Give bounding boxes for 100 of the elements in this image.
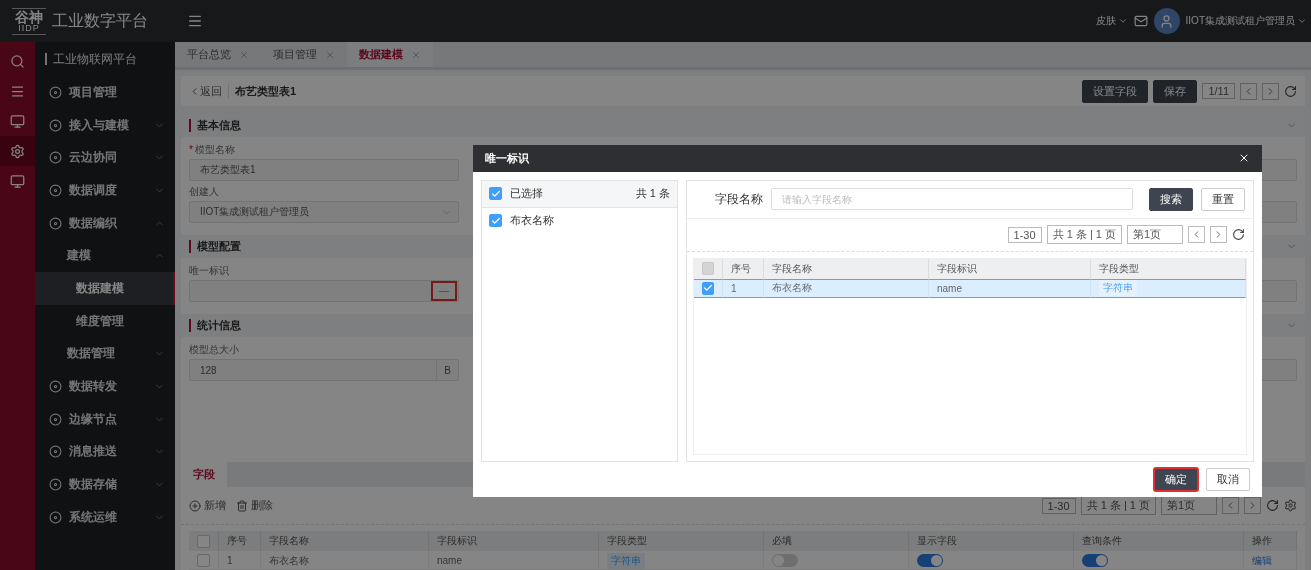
- sidebar-item[interactable]: 维度管理: [35, 304, 175, 338]
- sidebar-title: 工业物联网平台: [35, 42, 175, 76]
- accent-bar: [189, 119, 191, 132]
- field-label: 创建人: [189, 185, 220, 199]
- menu-item-icon: [49, 151, 62, 165]
- sidebar-item[interactable]: 消息推送: [35, 435, 175, 469]
- sidebar-item[interactable]: 数据存储: [35, 468, 175, 501]
- skin-menu[interactable]: 皮肤: [1095, 14, 1128, 28]
- sidebar-item[interactable]: 云边协同: [35, 141, 175, 175]
- input-field[interactable]: 128 B: [189, 359, 459, 381]
- monitor-icon: [10, 173, 25, 189]
- monitor-icon: [10, 113, 25, 129]
- sidebar-item[interactable]: 项目管理: [35, 76, 175, 109]
- menu-item-icon: [49, 478, 62, 492]
- sidebar-item[interactable]: 系统运维: [35, 500, 175, 534]
- accent-bar: [189, 240, 191, 253]
- search-button[interactable]: 搜索: [1149, 187, 1193, 211]
- settings-icon: [10, 143, 25, 159]
- section-title: 基本信息: [197, 118, 241, 133]
- reset-button[interactable]: 重置: [1201, 187, 1245, 211]
- confirm-button[interactable]: 确定: [1154, 467, 1198, 491]
- page-tab[interactable]: 项目管理: [261, 42, 347, 67]
- check-icon: [703, 283, 713, 294]
- sidebar-item[interactable]: 数据建模: [35, 272, 175, 305]
- cancel-button[interactable]: 取消: [1206, 467, 1250, 491]
- prev-page-button[interactable]: [1188, 226, 1205, 244]
- checkbox[interactable]: [489, 214, 502, 228]
- edit-link[interactable]: 编辑: [1252, 553, 1272, 568]
- type-tag: 字符串: [607, 552, 645, 569]
- column-header: 必填: [764, 531, 909, 551]
- prev-page-button[interactable]: [1222, 497, 1239, 514]
- app-title: 工业数字平台: [52, 10, 148, 31]
- record-pager: 1/11: [1202, 83, 1235, 99]
- sidebar-item[interactable]: 数据编织: [35, 206, 175, 240]
- page-range: 1-30: [1041, 497, 1076, 514]
- more-button[interactable]: [431, 281, 457, 301]
- search-field[interactable]: 请输入字段名称: [771, 188, 1133, 211]
- toggle-switch[interactable]: [917, 554, 943, 567]
- next-page-button[interactable]: [1210, 226, 1227, 244]
- menu-item-icon: [49, 445, 62, 459]
- checkbox[interactable]: [197, 554, 210, 567]
- input-field[interactable]: 布艺类型表1: [189, 159, 459, 181]
- search-label: 字段名称: [715, 190, 763, 208]
- selected-count: 共 1 条: [635, 186, 670, 202]
- picker-field[interactable]: [189, 280, 459, 302]
- page-total: 共 1 条 | 1 页: [1046, 225, 1122, 245]
- checkbox[interactable]: [702, 281, 714, 295]
- sidebar-item[interactable]: 接入与建模: [35, 108, 175, 142]
- sidebar-item[interactable]: 数据管理: [35, 337, 175, 371]
- mail-icon[interactable]: [1133, 14, 1148, 28]
- rail-button[interactable]: [0, 136, 35, 166]
- page-input[interactable]: 第1页: [1127, 225, 1183, 245]
- column-header: 字段标识: [429, 531, 599, 551]
- page-tab[interactable]: 数据建模: [347, 42, 433, 67]
- checkbox[interactable]: [489, 187, 502, 201]
- chevron-icon: [1117, 16, 1128, 26]
- refresh-icon[interactable]: [1232, 228, 1245, 242]
- action-link[interactable]: 删除: [236, 498, 273, 513]
- page-tab[interactable]: 平台总览: [175, 42, 261, 67]
- refresh-icon[interactable]: [1266, 499, 1279, 512]
- settings-icon[interactable]: [1284, 499, 1297, 512]
- chevron-icon: [1297, 16, 1307, 26]
- back-link[interactable]: 返回: [189, 83, 229, 99]
- select-field[interactable]: IIOT集成测试租户管理员: [189, 201, 459, 223]
- column-header: 字段名称: [261, 531, 429, 551]
- menu-item-icon: [49, 412, 62, 426]
- page-title: 布艺类型表1: [235, 83, 297, 99]
- panel-title: 已选择: [510, 186, 543, 202]
- user-menu[interactable]: IIOT集成测试租户管理员: [1185, 14, 1307, 28]
- action-link[interactable]: 新增: [189, 498, 226, 513]
- refresh-icon[interactable]: [1284, 84, 1297, 98]
- next-record-button[interactable]: [1262, 82, 1279, 100]
- toolbar-button[interactable]: 设置字段: [1082, 79, 1149, 103]
- column-header: 字段名称: [764, 258, 929, 279]
- sidebar-item[interactable]: 数据转发: [35, 370, 175, 403]
- menu-item-icon: [49, 380, 62, 394]
- field-label: * 模型名称: [189, 143, 236, 157]
- column-header: 字段类型: [599, 531, 764, 551]
- menu-item-icon: [49, 183, 62, 197]
- avatar[interactable]: [1153, 8, 1180, 34]
- prev-record-button[interactable]: [1240, 82, 1257, 100]
- sidebar-item[interactable]: 建模: [35, 239, 175, 273]
- chevron-right-icon: [1265, 85, 1276, 97]
- trash-icon: [236, 499, 248, 512]
- user-icon: [1159, 13, 1175, 29]
- checkbox[interactable]: [197, 534, 210, 548]
- sidebar-item[interactable]: 数据调度: [35, 174, 175, 207]
- menu-item-icon: [49, 85, 62, 99]
- menu-icon[interactable]: [187, 13, 203, 29]
- selected-item[interactable]: 布衣名称: [510, 213, 554, 229]
- column-header: 显示字段: [909, 531, 1074, 551]
- toggle-switch[interactable]: [1082, 554, 1108, 567]
- column-header: 序号: [723, 258, 764, 279]
- next-page-button[interactable]: [1244, 497, 1261, 514]
- sidebar-item[interactable]: 边缘节点: [35, 402, 175, 436]
- search-icon: [10, 53, 25, 69]
- page-range: 1-30: [1007, 226, 1042, 243]
- toolbar-button[interactable]: 保存: [1153, 79, 1198, 103]
- card-tab[interactable]: 字段: [181, 462, 227, 487]
- menu-item-icon: [49, 118, 62, 132]
